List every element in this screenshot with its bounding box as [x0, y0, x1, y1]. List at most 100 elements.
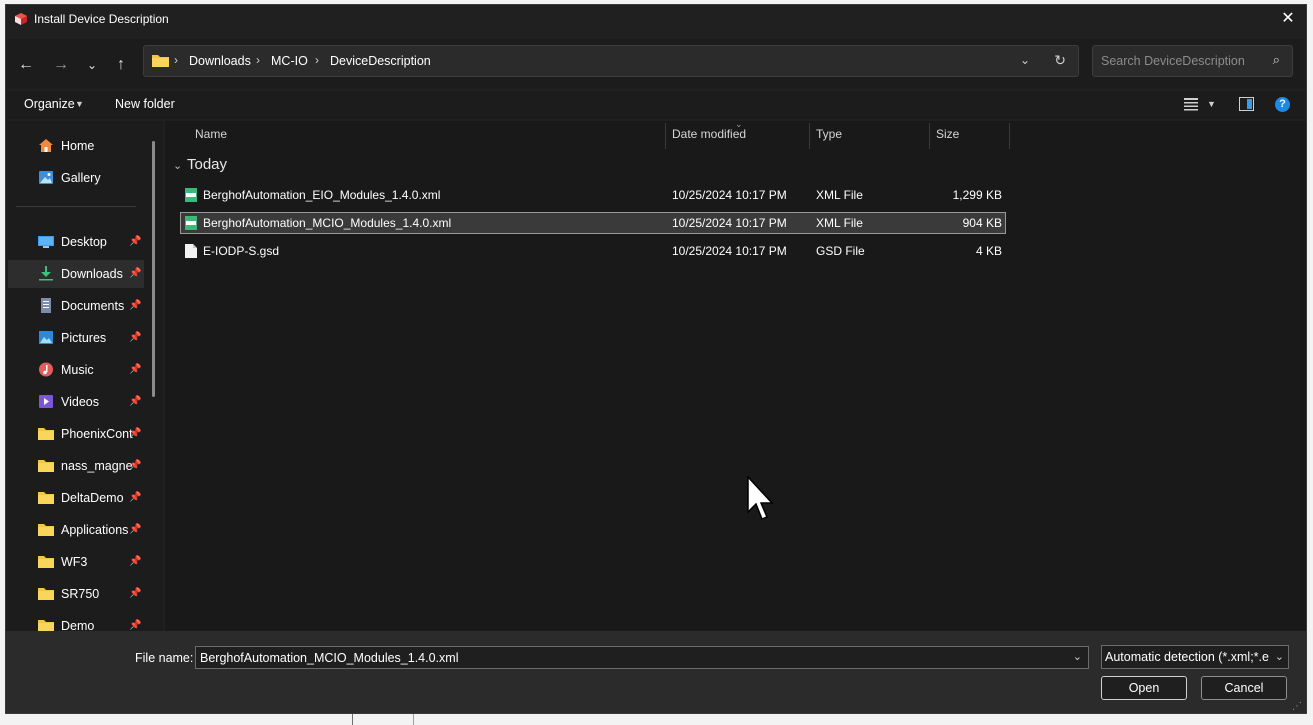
- documents-icon: [41, 298, 51, 313]
- file-size: 904 KB: [962, 216, 1002, 230]
- file-date: 10/25/2024 10:17 PM: [672, 188, 787, 202]
- mouse-cursor-icon: [747, 476, 774, 520]
- column-header-type[interactable]: Type: [816, 127, 842, 141]
- file-date: 10/25/2024 10:17 PM: [672, 244, 787, 258]
- sidebar-item-home[interactable]: Home: [8, 132, 144, 160]
- sidebar-item-desktop[interactable]: Desktop 📌: [8, 228, 144, 256]
- forward-arrow-icon[interactable]: →: [51, 55, 71, 75]
- sidebar-item-music[interactable]: Music 📌: [8, 356, 144, 384]
- sidebar-item-applications[interactable]: Applications 📌: [8, 516, 144, 544]
- file-size: 1,299 KB: [952, 188, 1002, 202]
- close-button[interactable]: ✕: [1276, 7, 1300, 31]
- file-type-filter-select[interactable]: Automatic detection (*.xml;*.ed ⌄: [1101, 645, 1289, 669]
- pin-icon: 📌: [129, 428, 142, 439]
- filter-dropdown-chevron-icon[interactable]: ⌄: [1275, 650, 1284, 663]
- pin-icon: 📌: [129, 556, 142, 567]
- sidebar-item-phoenixcontact[interactable]: PhoenixContact 📌: [8, 420, 144, 448]
- organize-button[interactable]: Organize: [24, 97, 75, 111]
- folder-icon: [38, 588, 54, 600]
- view-options-chevron-icon[interactable]: ▼: [1207, 99, 1216, 109]
- new-folder-button[interactable]: New folder: [115, 97, 175, 111]
- app-logo-icon: [15, 13, 27, 25]
- folder-icon: [38, 556, 54, 568]
- sidebar-item-label: Pictures: [61, 331, 107, 345]
- file-name-label: File name:: [135, 651, 194, 665]
- videos-icon: [39, 395, 53, 408]
- search-icon[interactable]: ⌕: [1273, 52, 1280, 68]
- pin-icon: 📌: [129, 396, 142, 407]
- view-details-icon[interactable]: [1184, 98, 1198, 111]
- address-bar[interactable]: › Downloads › MC-IO › DeviceDescription …: [143, 45, 1079, 77]
- file-type: GSD File: [816, 244, 865, 258]
- file-type: XML File: [816, 188, 863, 202]
- sidebar-item-label: SR750: [61, 587, 100, 601]
- sidebar-item-gallery[interactable]: Gallery: [8, 164, 144, 192]
- pin-icon: 📌: [129, 332, 142, 343]
- sidebar-item-label: Home: [61, 139, 95, 153]
- cancel-button[interactable]: Cancel: [1201, 676, 1287, 700]
- sidebar-item-label: Gallery: [61, 171, 101, 185]
- up-arrow-icon[interactable]: ↑: [111, 55, 131, 75]
- desktop-icon: [38, 236, 54, 248]
- sidebar-item-wf3[interactable]: WF3 📌: [8, 548, 144, 576]
- download-icon: [39, 266, 53, 281]
- file-row[interactable]: E-IODP-S.gsd 10/25/2024 10:17 PM GSD Fil…: [180, 240, 1006, 262]
- help-icon[interactable]: ?: [1275, 97, 1290, 112]
- breadcrumb-separator-icon: ›: [315, 53, 319, 67]
- xml-file-icon: [185, 188, 197, 202]
- sidebar-item-label: WF3: [61, 555, 88, 569]
- group-collapse-chevron-icon[interactable]: ⌄: [173, 159, 182, 172]
- column-divider[interactable]: [809, 123, 810, 149]
- window-title: Install Device Description: [34, 12, 169, 26]
- pin-icon: 📌: [129, 460, 142, 471]
- dialog-footer: File name: BerghofAutomation_MCIO_Module…: [6, 631, 1306, 713]
- preview-pane-icon[interactable]: [1239, 97, 1254, 111]
- sidebar-item-sr750[interactable]: SR750 📌: [8, 580, 144, 608]
- sidebar-item-downloads[interactable]: Downloads 📌: [8, 260, 144, 288]
- file-type: XML File: [816, 216, 863, 230]
- address-dropdown-chevron-icon[interactable]: ⌄: [1020, 53, 1030, 67]
- file-size: 4 KB: [975, 244, 1002, 258]
- breadcrumb-separator-icon: ›: [256, 53, 260, 67]
- column-divider[interactable]: [665, 123, 666, 149]
- column-divider[interactable]: [929, 123, 930, 149]
- sidebar-item-pictures[interactable]: Pictures 📌: [8, 324, 144, 352]
- back-arrow-icon[interactable]: ←: [16, 55, 36, 75]
- xml-file-icon: [185, 216, 197, 230]
- sidebar-item-label: Videos: [61, 395, 99, 409]
- file-row[interactable]: BerghofAutomation_EIO_Modules_1.4.0.xml …: [180, 184, 1006, 206]
- refresh-icon[interactable]: ↻: [1054, 52, 1066, 69]
- file-name: BerghofAutomation_EIO_Modules_1.4.0.xml: [203, 188, 441, 202]
- sidebar-divider: [16, 206, 136, 207]
- sidebar-item-documents[interactable]: Documents 📌: [8, 292, 144, 320]
- breadcrumb-separator-icon: ›: [174, 53, 178, 67]
- pin-icon: 📌: [129, 588, 142, 599]
- install-device-description-dialog: Install Device Description ✕ ← → ⌄ ↑ › D…: [5, 4, 1307, 714]
- resize-grip-icon[interactable]: ⋰: [1292, 701, 1302, 712]
- file-name-dropdown-chevron-icon[interactable]: ⌄: [1073, 650, 1082, 663]
- file-type-filter-value: Automatic detection (*.xml;*.ed: [1105, 650, 1269, 664]
- sidebar-item-label: DeltaDemo: [61, 491, 124, 505]
- breadcrumb-devicedescription[interactable]: DeviceDescription: [330, 54, 431, 68]
- open-button[interactable]: Open: [1101, 676, 1187, 700]
- organize-chevron-icon[interactable]: ▼: [75, 99, 84, 109]
- sidebar-item-deltademo[interactable]: DeltaDemo 📌: [8, 484, 144, 512]
- sidebar-item-nass-magnet[interactable]: nass_magnet 📌: [8, 452, 144, 480]
- column-header-name[interactable]: Name: [195, 127, 227, 141]
- column-divider[interactable]: [1009, 123, 1010, 149]
- column-header-date-modified[interactable]: Date modified: [672, 127, 746, 141]
- file-name-input[interactable]: BerghofAutomation_MCIO_Modules_1.4.0.xml…: [195, 646, 1089, 669]
- sidebar-item-label: Documents: [61, 299, 125, 313]
- group-header-today[interactable]: Today: [187, 156, 227, 173]
- sidebar-scrollbar[interactable]: [152, 141, 155, 397]
- search-box[interactable]: Search DeviceDescription ⌕: [1092, 45, 1293, 77]
- column-header-size[interactable]: Size: [936, 127, 959, 141]
- file-row-selected[interactable]: BerghofAutomation_MCIO_Modules_1.4.0.xml…: [180, 212, 1006, 234]
- file-icon: [185, 244, 197, 258]
- breadcrumb-downloads[interactable]: Downloads: [189, 54, 251, 68]
- breadcrumb-mc-io[interactable]: MC-IO: [271, 54, 308, 68]
- file-name-value: BerghofAutomation_MCIO_Modules_1.4.0.xml: [200, 651, 459, 665]
- search-placeholder: Search DeviceDescription: [1101, 54, 1245, 68]
- recent-locations-chevron-icon[interactable]: ⌄: [82, 55, 102, 75]
- sidebar-item-videos[interactable]: Videos 📌: [8, 388, 144, 416]
